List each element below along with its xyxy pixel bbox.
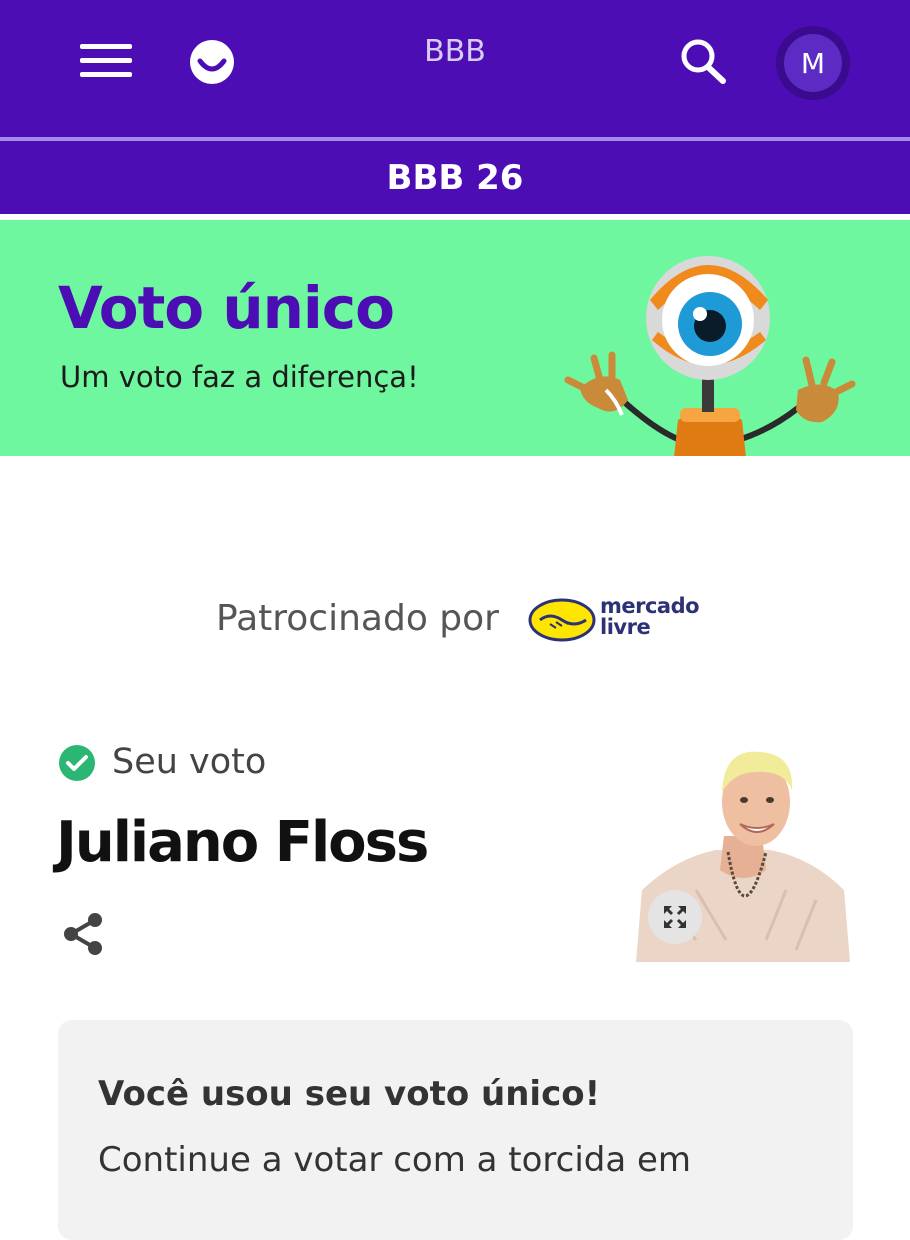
hamburger-line <box>80 58 132 63</box>
big-brother-eye-mascot-icon <box>564 256 856 456</box>
sponsor-row: Patrocinado por mercado livre <box>0 590 910 654</box>
user-avatar-button[interactable]: M <box>776 26 850 100</box>
brand-title[interactable]: BBB <box>380 34 530 69</box>
banner-title: Voto único <box>58 274 395 342</box>
candidate-name: Juliano Floss <box>56 810 429 875</box>
hamburger-icon <box>80 44 132 49</box>
banner-subtitle: Um voto faz a diferença! <box>60 360 419 394</box>
share-icon[interactable] <box>62 912 104 956</box>
card-title: Você usou seu voto único! <box>98 1074 601 1114</box>
voto-unico-banner: Voto único Um voto faz a diferença! <box>0 220 910 456</box>
mercado-livre-logo-icon[interactable] <box>528 596 600 642</box>
hamburger-menu-button[interactable] <box>80 40 134 82</box>
avatar-initial: M <box>784 34 842 92</box>
globoplay-smile-logo-icon[interactable] <box>189 39 235 85</box>
vote-used-card: Você usou seu voto único! Continue a vot… <box>58 1020 853 1240</box>
search-icon[interactable] <box>676 36 730 86</box>
section-title[interactable]: BBB 26 <box>387 158 524 198</box>
brand-line-1: mercado <box>600 594 700 618</box>
sponsor-label: Patrocinado por <box>216 598 499 639</box>
card-text: Continue a votar com a torcida em <box>98 1140 692 1180</box>
section-bar: BBB 26 <box>0 141 910 214</box>
vote-status-label: Seu voto <box>112 742 267 782</box>
check-circle-icon <box>59 745 95 781</box>
expand-photo-button[interactable] <box>648 890 702 944</box>
expand-icon <box>664 906 686 928</box>
mercado-livre-wordmark: mercado livre <box>600 594 700 639</box>
top-app-bar: BBB M <box>0 0 910 137</box>
hamburger-line <box>80 72 132 77</box>
brand-line-2: livre <box>600 615 651 639</box>
